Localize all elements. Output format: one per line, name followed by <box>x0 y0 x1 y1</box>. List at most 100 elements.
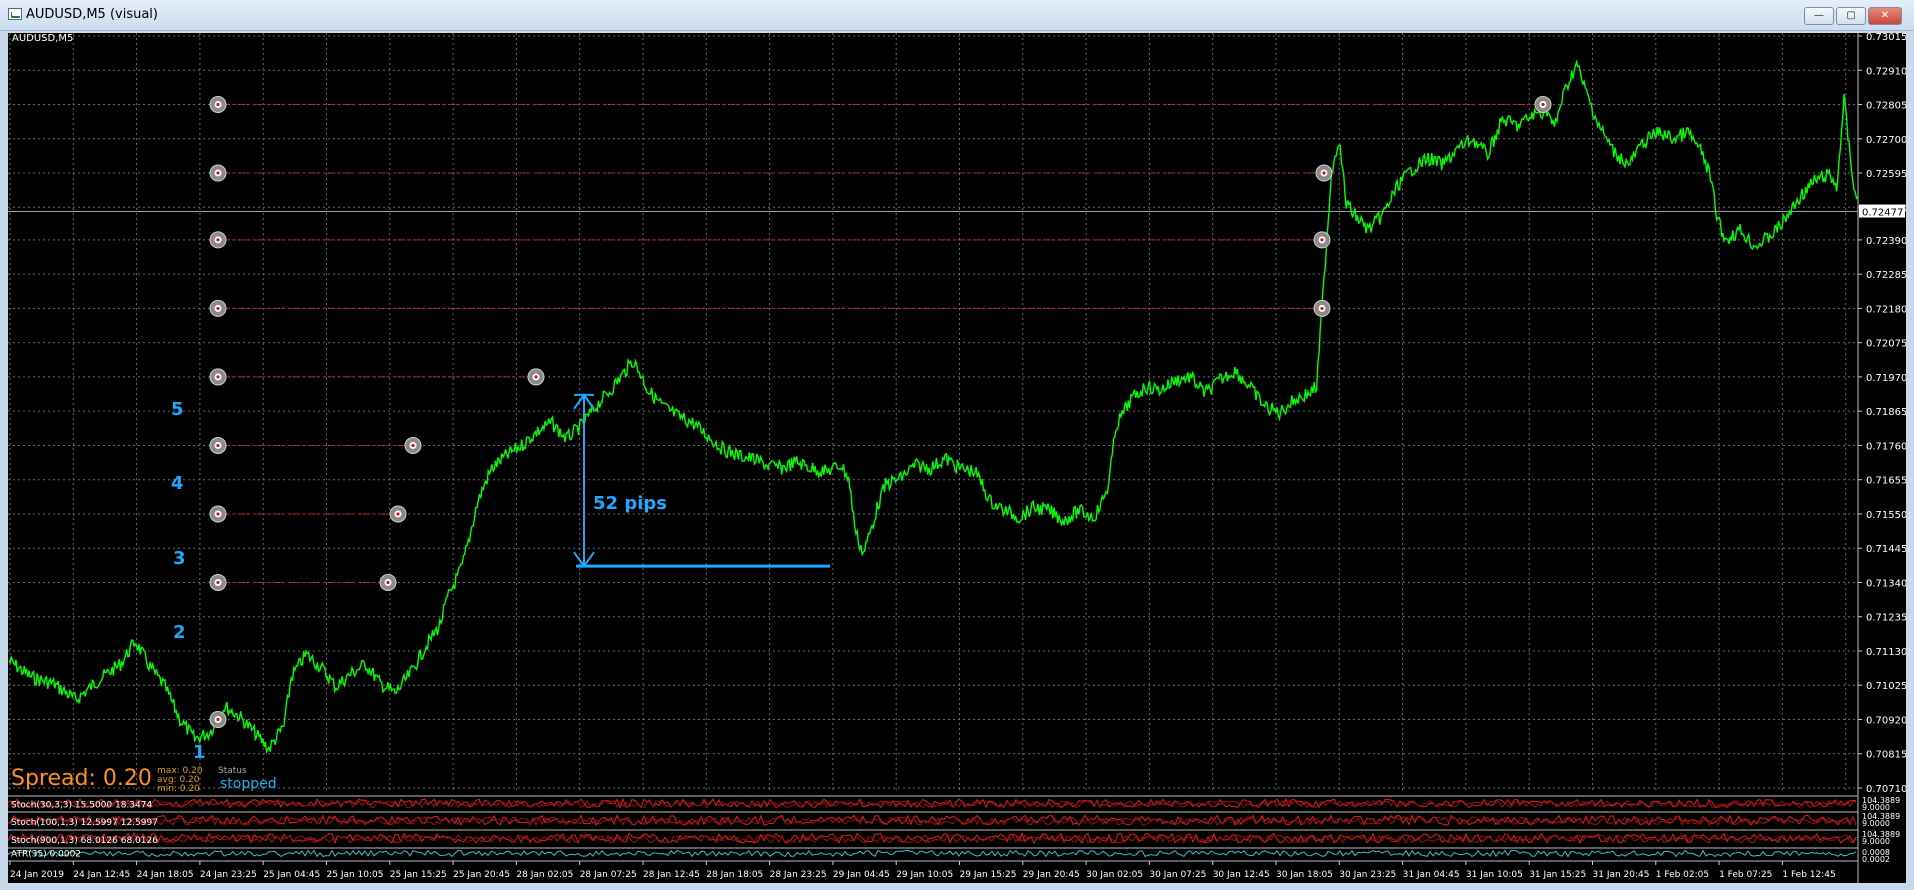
y-tick-label: 0.72075 <box>1866 339 1906 350</box>
y-tick-label: 0.72180 <box>1866 304 1906 315</box>
y-tick-label: 0.71445 <box>1866 544 1906 555</box>
y-tick-label: 0.71130 <box>1866 647 1906 658</box>
x-tick-label: 31 Jan 04:45 <box>1403 870 1460 880</box>
y-tick-label: 0.72910 <box>1866 66 1906 77</box>
chart-canvas[interactable]: 0.73015 0.72910 0.72805 0.72700 0.72595 0.724… <box>8 33 1906 883</box>
y-tick-label: 0.72595 <box>1866 169 1906 180</box>
x-tick-label: 25 Jan 04:45 <box>263 870 320 880</box>
x-tick-label: 29 Jan 15:25 <box>960 870 1017 880</box>
y-tick-label: 0.72805 <box>1866 101 1906 112</box>
y-tick-label: 0.70920 <box>1866 715 1906 726</box>
level-marker-dot <box>396 512 400 516</box>
level-number-1: 1 <box>193 742 206 763</box>
y-tick-label: 0.70710 <box>1866 784 1906 795</box>
level-marker-dot <box>216 443 220 448</box>
y-tick-label: 0.70815 <box>1866 750 1906 761</box>
title-bar[interactable]: AUDUSD,M5 (visual) — ▢ ✕ <box>0 0 1914 31</box>
y-tick-label: 0.71970 <box>1866 373 1906 384</box>
x-tick-label: 28 Jan 12:45 <box>643 870 700 880</box>
level-number-4: 4 <box>171 473 184 494</box>
level-marker-dot <box>216 306 220 311</box>
indicator-label: Stoch(30,3,3) 15.5000 18.3474 <box>11 801 152 811</box>
x-tick-label: 25 Jan 15:25 <box>390 870 447 880</box>
indicator-line <box>8 814 1857 827</box>
pips-range-label: 52 pips <box>593 493 667 514</box>
level-marker-dot <box>534 375 538 379</box>
minimize-button[interactable]: — <box>1804 7 1834 25</box>
maximize-button[interactable]: ▢ <box>1836 7 1866 25</box>
indicator-label: Stoch(100,1,3) 12.5997 12.5997 <box>11 818 158 828</box>
indicator-label: Stoch(900,1,3) 68.0126 68.0126 <box>11 836 158 846</box>
x-tick-label: 25 Jan 20:45 <box>453 870 510 880</box>
y-tick-label: 0.71340 <box>1866 578 1906 589</box>
level-marker-dot <box>411 443 415 448</box>
y-tick-label: 0.72700 <box>1866 135 1906 146</box>
price-line <box>8 59 1859 755</box>
spread-min: min: 0.20 <box>157 784 200 794</box>
x-tick-label: 1 Feb 12:45 <box>1782 870 1835 880</box>
x-tick-label: 24 Jan 18:05 <box>137 870 194 880</box>
x-tick-label: 24 Jan 23:25 <box>200 870 257 880</box>
x-tick-label: 31 Jan 10:05 <box>1466 870 1523 880</box>
x-tick-label: 24 Jan 2019 <box>10 870 64 880</box>
indicator-label: ATR(35) 0.0002 <box>11 850 81 860</box>
y-tick-label: 0.72390 <box>1866 236 1906 247</box>
status-caption: Status <box>218 766 247 776</box>
indicator-scale-label: 9.0000 <box>1862 837 1890 846</box>
terminal-window: AUDUSD,M5 (visual) — ▢ ✕ 0.73015 0.72910 0… <box>0 0 1914 890</box>
y-tick-label: 0.71025 <box>1866 681 1906 692</box>
x-tick-label: 29 Jan 04:45 <box>833 870 890 880</box>
y-tick-label: 0.71550 <box>1866 510 1906 521</box>
window-title: AUDUSD,M5 (visual) <box>26 7 158 22</box>
level-marker-dot <box>216 512 220 516</box>
status-value: stopped <box>220 776 277 792</box>
indicator-line <box>8 849 1857 858</box>
x-tick-label: 28 Jan 23:25 <box>770 870 827 880</box>
x-tick-label: 30 Jan 07:25 <box>1149 870 1206 880</box>
level-marker-dot <box>216 238 220 242</box>
symbol-label: AUDUSD,M5 <box>12 33 74 44</box>
spread-label: Spread: 0.20 <box>11 766 152 791</box>
y-tick-label: 0.71235 <box>1866 613 1906 624</box>
x-tick-label: 1 Feb 07:25 <box>1719 870 1772 880</box>
x-tick-label: 24 Jan 12:45 <box>73 870 130 880</box>
x-tick-label: 31 Jan 20:45 <box>1593 870 1650 880</box>
y-tick-label: 0.73015 <box>1866 33 1906 43</box>
level-number-3: 3 <box>173 548 186 569</box>
level-marker-dot <box>1322 171 1326 175</box>
chart-window-icon <box>8 8 22 20</box>
x-tick-label: 30 Jan 02:05 <box>1086 870 1143 880</box>
indicator-scale-label: 9.0000 <box>1862 803 1890 812</box>
level-marker-dot <box>216 102 220 107</box>
x-tick-label: 1 Feb 02:05 <box>1656 870 1709 880</box>
close-button[interactable]: ✕ <box>1868 7 1902 25</box>
current-price-text: 0.72477 <box>1862 208 1903 219</box>
x-tick-label: 31 Jan 15:25 <box>1529 870 1586 880</box>
indicator-scale-label: 9.0000 <box>1862 819 1890 828</box>
level-number-5: 5 <box>171 399 184 420</box>
x-tick-label: 29 Jan 10:05 <box>896 870 953 880</box>
y-tick-label: 0.72285 <box>1866 270 1906 281</box>
indicator-scale-label: 0.0002 <box>1862 855 1890 864</box>
x-tick-label: 28 Jan 02:05 <box>516 870 573 880</box>
y-tick-label: 0.71655 <box>1866 476 1906 487</box>
level-marker-dot <box>1320 238 1324 242</box>
level-marker-dot <box>216 717 220 722</box>
level-marker-dot <box>1320 306 1324 311</box>
price-chart[interactable]: 0.73015 0.72910 0.72805 0.72700 0.72595 0.724… <box>8 33 1906 883</box>
level-marker-dot <box>386 580 390 585</box>
x-tick-label: 30 Jan 23:25 <box>1339 870 1396 880</box>
level-marker-dot <box>216 375 220 379</box>
level-marker-dot <box>216 171 220 175</box>
x-tick-label: 30 Jan 18:05 <box>1276 870 1333 880</box>
x-tick-label: 29 Jan 20:45 <box>1023 870 1080 880</box>
level-number-2: 2 <box>173 622 186 643</box>
x-tick-label: 28 Jan 18:05 <box>706 870 763 880</box>
x-tick-label: 25 Jan 10:05 <box>327 870 384 880</box>
y-tick-label: 0.71865 <box>1866 407 1906 418</box>
x-tick-label: 30 Jan 12:45 <box>1213 870 1270 880</box>
y-tick-label: 0.71760 <box>1866 441 1906 452</box>
level-marker-dot <box>216 580 220 585</box>
level-marker-dot <box>1541 102 1545 107</box>
x-tick-label: 28 Jan 07:25 <box>580 870 637 880</box>
